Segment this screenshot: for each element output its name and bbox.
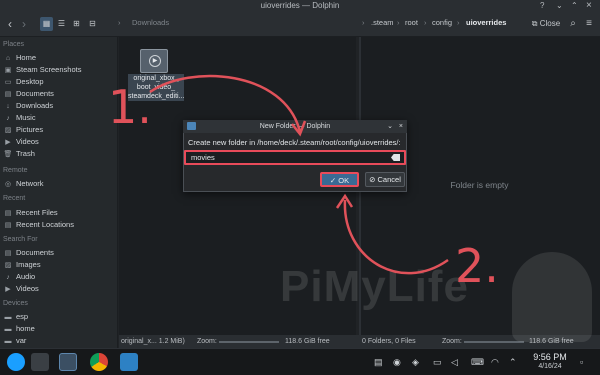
keyboard-icon[interactable]: ⌨ <box>471 357 484 368</box>
network-tray-icon[interactable]: ◈ <box>412 357 419 368</box>
arrow-to-ok <box>343 199 449 275</box>
annotation-arrows <box>149 74 449 275</box>
battery-icon[interactable]: ▭ <box>433 357 442 368</box>
clipboard-icon[interactable]: ▤ <box>374 357 383 368</box>
dolphin-taskbar-icon[interactable] <box>59 353 77 371</box>
screen: { "window": { "title": "uioverrides — Do… <box>0 0 600 375</box>
taskbar: ▤ ◉ ◈ ▭ ◁ ⌨ ◠ ⌃ ▫ <box>0 348 600 375</box>
volume-icon[interactable]: ◁ <box>451 357 458 368</box>
wifi-icon[interactable]: ◠ <box>491 357 499 368</box>
steam-tray-icon[interactable]: ◉ <box>393 357 401 368</box>
tray-expand-icon[interactable]: ⌃ <box>509 357 517 368</box>
step-2-label: 2. <box>455 239 499 293</box>
arrow-to-input <box>149 74 302 133</box>
steam-deck-menu-icon[interactable] <box>7 353 25 371</box>
system-settings-icon[interactable] <box>31 353 49 371</box>
step-1-label: 1. <box>108 80 152 134</box>
chrome-taskbar-icon[interactable] <box>90 353 108 371</box>
clock-date[interactable]: 4/16/24 <box>528 363 572 370</box>
discover-taskbar-icon[interactable] <box>120 353 138 371</box>
clock-time[interactable]: 9:56 PM <box>528 352 572 362</box>
show-desktop-icon[interactable]: ▫ <box>580 357 583 367</box>
